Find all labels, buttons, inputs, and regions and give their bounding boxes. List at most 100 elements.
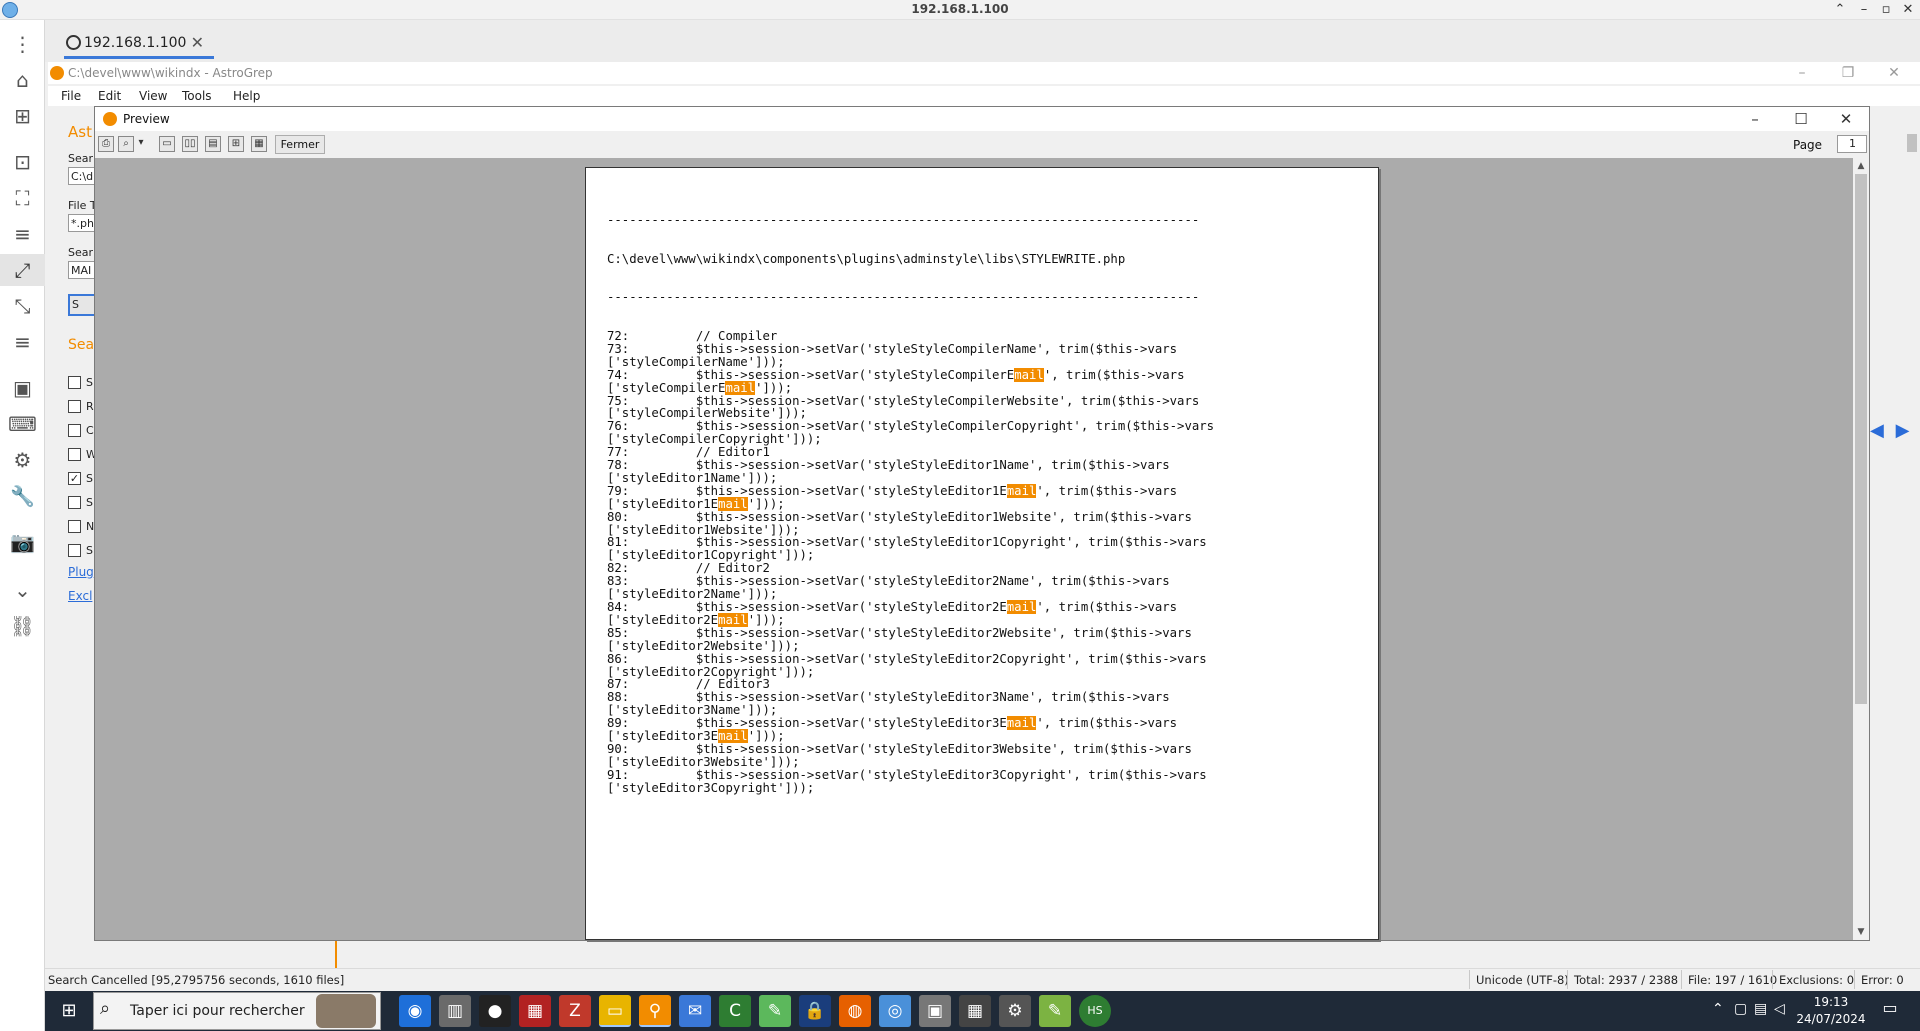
menu-help[interactable]: Help bbox=[233, 89, 260, 103]
tablet-icon[interactable]: ▥ bbox=[439, 995, 471, 1027]
next-arrow-icon[interactable]: ▶ bbox=[1896, 420, 1910, 441]
minimize-icon[interactable]: – bbox=[1852, 0, 1876, 20]
tray-device-icon[interactable]: ▢ bbox=[1734, 1001, 1747, 1017]
wrench-icon[interactable]: 🔧 bbox=[0, 480, 45, 512]
option-checkbox-1[interactable] bbox=[68, 400, 81, 413]
obs-icon[interactable]: ● bbox=[479, 995, 511, 1027]
calculator-icon[interactable]: ▦ bbox=[959, 995, 991, 1027]
results-scrollbar[interactable] bbox=[1904, 110, 1920, 410]
option-checkbox-6[interactable] bbox=[68, 520, 81, 533]
preview-logo-icon bbox=[103, 112, 117, 126]
code-lines: 72: // Compiler 73: $this->session->setVa… bbox=[607, 330, 1367, 795]
one-page-icon[interactable]: ▭ bbox=[159, 136, 175, 152]
hs-icon[interactable]: HS bbox=[1079, 995, 1111, 1027]
remote-tab-strip bbox=[45, 20, 1920, 62]
tab-close-icon[interactable]: ✕ bbox=[191, 33, 204, 52]
fit-window-icon[interactable]: ⊡ bbox=[0, 146, 45, 178]
network-icon[interactable]: ▤ bbox=[1754, 1001, 1767, 1017]
firefox-icon[interactable]: ◍ bbox=[839, 995, 871, 1027]
option-checkbox-2[interactable] bbox=[68, 424, 81, 437]
page-number-stepper[interactable]: 1 bbox=[1837, 135, 1867, 153]
preview-scrollbar[interactable]: ▲ ▼ bbox=[1853, 158, 1869, 940]
ag-close-icon[interactable]: ✕ bbox=[1874, 62, 1914, 84]
scale-icon[interactable]: ⤢ bbox=[0, 254, 45, 286]
code-line: ['styleCompilerName'])); bbox=[607, 354, 785, 369]
six-pages-icon[interactable]: ▦ bbox=[251, 136, 267, 152]
ag-minimize-icon[interactable]: – bbox=[1782, 62, 1822, 84]
scroll-up-icon[interactable]: ▲ bbox=[1853, 158, 1869, 174]
scroll-thumb[interactable] bbox=[1855, 174, 1867, 704]
collapse-icon[interactable]: ⌃ bbox=[1828, 0, 1852, 20]
astrogrep-titlebar: C:\devel\www\wikindx - AstroGrep bbox=[48, 62, 1920, 84]
two-pages-icon[interactable]: ▯▯ bbox=[182, 136, 198, 152]
notepad-icon[interactable]: ✎ bbox=[759, 995, 791, 1027]
winrar-icon[interactable]: ▦ bbox=[519, 995, 551, 1027]
gear-icon[interactable]: ⚙ bbox=[0, 444, 45, 476]
match-highlight: mail bbox=[1006, 716, 1037, 731]
menu-tools[interactable]: Tools bbox=[182, 89, 212, 103]
prev-arrow-icon[interactable]: ◀ bbox=[1870, 420, 1884, 441]
ag-restore-icon[interactable]: ❐ bbox=[1828, 62, 1868, 84]
tab-remote-session[interactable]: 192.168.1.100 ✕ bbox=[64, 29, 214, 59]
home-icon[interactable]: ⌂ bbox=[0, 64, 45, 96]
menu-view[interactable]: View bbox=[139, 89, 167, 103]
option-checkbox-7[interactable] bbox=[68, 544, 81, 557]
zoom-dropdown-icon[interactable]: ▾ bbox=[136, 136, 146, 152]
camera-icon[interactable]: 📷 bbox=[0, 526, 45, 558]
code-line: 72: // Compiler bbox=[607, 328, 778, 343]
expand-icon[interactable]: ⤡ bbox=[0, 290, 45, 322]
new-connection-icon[interactable]: ⊞ bbox=[0, 100, 45, 132]
option-label-5: S bbox=[86, 496, 93, 509]
code-line: 79: $this->session->setVar('styleStyleEd… bbox=[607, 483, 1178, 498]
filezilla-icon[interactable]: Z bbox=[559, 995, 591, 1027]
volume-icon[interactable]: ◁ bbox=[1774, 1001, 1785, 1017]
preview-maximize-icon[interactable]: ☐ bbox=[1778, 107, 1824, 131]
close-preview-button[interactable]: Fermer bbox=[275, 135, 325, 154]
panel-splitter[interactable] bbox=[335, 940, 337, 968]
menu-edit[interactable]: Edit bbox=[98, 89, 121, 103]
astrogrep-icon[interactable]: ⚲ bbox=[639, 995, 671, 1027]
keyboard-icon[interactable]: ⌨ bbox=[0, 408, 45, 440]
menu-file[interactable]: File bbox=[61, 89, 81, 103]
four-pages-icon[interactable]: ⊞ bbox=[228, 136, 244, 152]
notepadpp-icon[interactable]: ✎ bbox=[1039, 995, 1071, 1027]
restore-icon[interactable]: ▫ bbox=[1874, 0, 1898, 20]
list-icon[interactable]: ≡ bbox=[0, 218, 45, 250]
zoom-icon[interactable]: ⌕ bbox=[118, 136, 134, 152]
option-label-1: R bbox=[86, 400, 94, 413]
chrome-icon[interactable]: ◎ bbox=[879, 995, 911, 1027]
cortana-icon[interactable]: ◉ bbox=[399, 995, 431, 1027]
close-icon[interactable]: ✕ bbox=[1896, 0, 1920, 20]
print-icon[interactable]: ⎙ bbox=[98, 136, 114, 152]
menu-bar bbox=[48, 86, 1920, 106]
taskbar-clock[interactable]: 19:13 24/07/2024 bbox=[1796, 994, 1866, 1028]
menu-lines-icon[interactable]: ≡ bbox=[0, 326, 45, 358]
code-line: 80: $this->session->setVar('styleStyleEd… bbox=[607, 509, 1192, 524]
outlook-icon[interactable]: ✉ bbox=[679, 995, 711, 1027]
settings-icon[interactable]: ⚙ bbox=[999, 995, 1031, 1027]
notification-icon[interactable]: ▭ bbox=[1874, 998, 1906, 1024]
plugins-link[interactable]: Plug bbox=[68, 565, 94, 579]
option-checkbox-0[interactable] bbox=[68, 376, 81, 389]
preview-toolbar bbox=[95, 131, 1869, 157]
option-checkbox-4[interactable]: ✓ bbox=[68, 472, 81, 485]
preview-minimize-icon[interactable]: – bbox=[1732, 107, 1778, 131]
option-checkbox-3[interactable] bbox=[68, 448, 81, 461]
exclusions-link[interactable]: Excl bbox=[68, 589, 92, 603]
three-pages-icon[interactable]: ▤ bbox=[205, 136, 221, 152]
remote-desktop-icon[interactable]: ▣ bbox=[919, 995, 951, 1027]
window-icon[interactable]: ▣ bbox=[0, 372, 45, 404]
tray-chevron-icon[interactable]: ⌃ bbox=[1712, 1001, 1724, 1017]
option-checkbox-5[interactable] bbox=[68, 496, 81, 509]
code-line: ['styleCompilerEmail'])); bbox=[607, 380, 793, 395]
windows-start-icon[interactable]: ⊞ bbox=[45, 991, 93, 1031]
fullscreen-icon[interactable]: ⛶ bbox=[0, 182, 45, 214]
chevron-down-icon[interactable]: ⌄ bbox=[0, 574, 45, 606]
preview-close-icon[interactable]: ✕ bbox=[1823, 107, 1869, 131]
disconnect-icon[interactable]: ⛓ bbox=[0, 610, 45, 642]
scroll-down-icon[interactable]: ▼ bbox=[1853, 924, 1869, 940]
file-explorer-icon[interactable]: ▭ bbox=[599, 995, 631, 1027]
cygwin-icon[interactable]: C bbox=[719, 995, 751, 1027]
more-menu-icon[interactable]: ⋮ bbox=[0, 28, 45, 60]
keepass-icon[interactable]: 🔒 bbox=[799, 995, 831, 1027]
